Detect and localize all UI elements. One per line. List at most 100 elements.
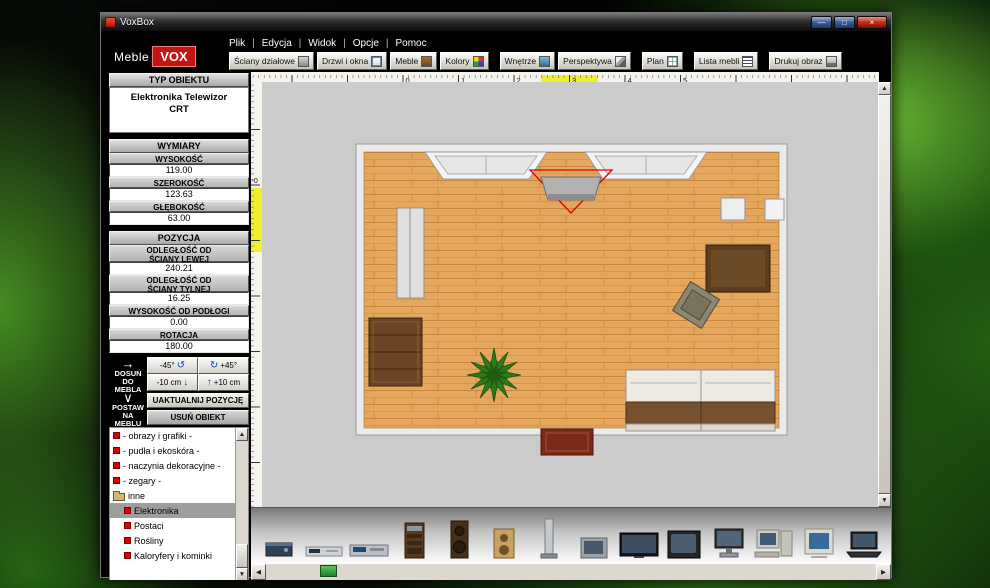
height-input[interactable]: 119.00	[109, 164, 249, 177]
red-square-icon	[124, 507, 131, 514]
rotation-input[interactable]: 180.00	[109, 340, 249, 353]
delete-object-button[interactable]: USUŃ OBIEKT	[147, 410, 249, 425]
thumbnail-receiver[interactable]	[256, 512, 301, 562]
furniture-list-icon	[742, 56, 753, 67]
left-wall-input[interactable]: 240.21	[109, 262, 249, 275]
thumbnail-tv-small[interactable]	[571, 512, 616, 562]
plan-button[interactable]: Plan	[642, 52, 683, 70]
category-item-postaci[interactable]: Postaci	[110, 518, 235, 533]
canvas-scroll-track[interactable]	[878, 95, 891, 494]
red-square-icon	[124, 537, 131, 544]
menu-separator: |	[343, 38, 346, 49]
bed-left[interactable]	[626, 370, 701, 431]
category-scroll-track[interactable]	[236, 441, 248, 568]
walls-button[interactable]: Ściany działowe	[229, 52, 314, 70]
place-on-furniture-button[interactable]: ∨ POSTAW NA MEBLU	[109, 391, 147, 425]
category-item-kaloryfery[interactable]: Kaloryfery i kominki	[110, 548, 235, 563]
thumbnail-hifi-tower[interactable]	[391, 512, 436, 562]
minimize-button[interactable]: —	[811, 16, 832, 29]
furniture-icon	[421, 56, 432, 67]
window-titlebar[interactable]: VoxBox — □ ×	[101, 13, 891, 32]
depth-input[interactable]: 63.00	[109, 212, 249, 225]
cabinet-right-wall[interactable]	[765, 199, 784, 220]
rotate-cw-button[interactable]: ↻+45°	[198, 357, 249, 374]
width-input[interactable]: 123.63	[109, 188, 249, 201]
scroll-up-icon[interactable]: ▲	[236, 428, 248, 441]
category-item-rosliny[interactable]: Rośliny	[110, 533, 235, 548]
wardrobe-white[interactable]	[397, 208, 424, 298]
laptop-icon	[842, 516, 886, 562]
scroll-left-icon[interactable]: ◀	[251, 564, 266, 580]
raise-10cm-button[interactable]: ↑+10 cm	[198, 374, 249, 391]
category-scroll-thumb[interactable]	[236, 544, 248, 568]
desk[interactable]	[706, 245, 770, 292]
category-list: - obrazy i grafiki - - pudła i ekoskóra …	[109, 427, 249, 580]
dvd-player-icon	[302, 516, 346, 562]
red-square-icon	[113, 477, 120, 484]
bottom-horizontal-scrollbar[interactable]: ◀ ▶	[251, 564, 891, 580]
thumbnail-laptop[interactable]	[841, 512, 886, 562]
wardrobe-brown[interactable]	[369, 318, 422, 386]
menu-pomoc[interactable]: Pomoc	[396, 38, 427, 49]
furniture-button[interactable]: Meble	[390, 52, 437, 70]
bed-right[interactable]	[701, 370, 775, 431]
category-item-naczynia[interactable]: - naczynia dekoracyjne -	[110, 458, 235, 473]
category-item-obrazy[interactable]: - obrazy i grafiki -	[110, 428, 235, 443]
floor-height-input[interactable]: 0.00	[109, 316, 249, 329]
canvas-vertical-scrollbar[interactable]: ▲ ▼	[878, 82, 891, 507]
update-position-button[interactable]: UAKTUALNIJ POZYCJĘ	[147, 393, 249, 408]
red-square-icon	[113, 447, 120, 454]
bottom-scroll-thumb[interactable]	[320, 565, 337, 577]
voxbox-window: VoxBox — □ × Meble VOX Plik | Edycja | W…	[100, 12, 892, 578]
scroll-right-icon[interactable]: ▶	[876, 564, 891, 580]
red-square-icon	[124, 522, 131, 529]
thumbnail-speaker-wood[interactable]	[481, 512, 526, 562]
maximize-button[interactable]: □	[834, 16, 855, 29]
menu-plik[interactable]: Plik	[229, 38, 245, 49]
thumbnail-computer-set[interactable]	[751, 512, 796, 562]
print-image-button[interactable]: Drukuj obraz	[769, 52, 841, 70]
menu-opcje[interactable]: Opcje	[353, 38, 379, 49]
scroll-down-icon[interactable]: ▼	[236, 568, 248, 580]
thumbnail-vcr[interactable]	[346, 512, 391, 562]
logo-vox-badge: VOX	[152, 46, 195, 67]
thumbnail-speaker-dark[interactable]	[436, 512, 481, 562]
thumbnail-speaker-column[interactable]	[526, 512, 571, 562]
room-canvas[interactable]	[262, 82, 878, 507]
cabinet-small-top[interactable]	[721, 198, 745, 220]
interior-icon	[539, 56, 550, 67]
snap-to-furniture-button[interactable]: → DOSUŃ DO MEBLA	[109, 357, 147, 391]
menu-widok[interactable]: Widok	[308, 38, 336, 49]
colors-button[interactable]: Kolory	[440, 52, 488, 70]
category-item-zegary[interactable]: - zegary -	[110, 473, 235, 488]
menu-edycja[interactable]: Edycja	[262, 38, 292, 49]
category-item-elektronika[interactable]: Elektronika	[110, 503, 235, 518]
window-top-right[interactable]	[585, 152, 707, 179]
category-item-inne[interactable]: inne	[110, 488, 235, 503]
furniture-list-button[interactable]: Lista mebli	[694, 52, 759, 70]
interior-button[interactable]: Wnętrze	[500, 52, 556, 70]
lower-10cm-button[interactable]: -10 cm↓	[147, 374, 198, 391]
doormat[interactable]	[541, 429, 593, 455]
bottom-scroll-track[interactable]	[266, 564, 876, 580]
thumbnail-dvd-player[interactable]	[301, 512, 346, 562]
thumbnail-tv-stand[interactable]	[706, 512, 751, 562]
thumbnail-tv-flat[interactable]	[616, 512, 661, 562]
perspective-button[interactable]: Perspektywa	[558, 52, 631, 70]
thumbnail-monitor-crt[interactable]	[796, 512, 841, 562]
speaker-wood-icon	[482, 516, 526, 562]
scroll-up-icon[interactable]: ▲	[878, 82, 891, 95]
speaker-dark-icon	[437, 516, 481, 562]
window-top-left[interactable]	[425, 152, 547, 179]
rotate-ccw-button[interactable]: -45°↺	[147, 357, 198, 374]
thumbnail-tv-crt[interactable]	[661, 512, 706, 562]
close-button[interactable]: ×	[857, 16, 887, 29]
scroll-down-icon[interactable]: ▼	[878, 494, 891, 507]
canvas-scroll-thumb[interactable]	[878, 95, 891, 494]
category-scrollbar[interactable]: ▲ ▼	[235, 428, 248, 580]
monitor-crt-icon	[797, 516, 841, 562]
back-wall-input[interactable]: 16.25	[109, 292, 249, 305]
category-item-pudla[interactable]: - pudła i ekoskóra -	[110, 443, 235, 458]
doors-windows-button[interactable]: Drzwi i okna	[317, 52, 387, 70]
position-header: POZYCJA	[109, 231, 249, 245]
